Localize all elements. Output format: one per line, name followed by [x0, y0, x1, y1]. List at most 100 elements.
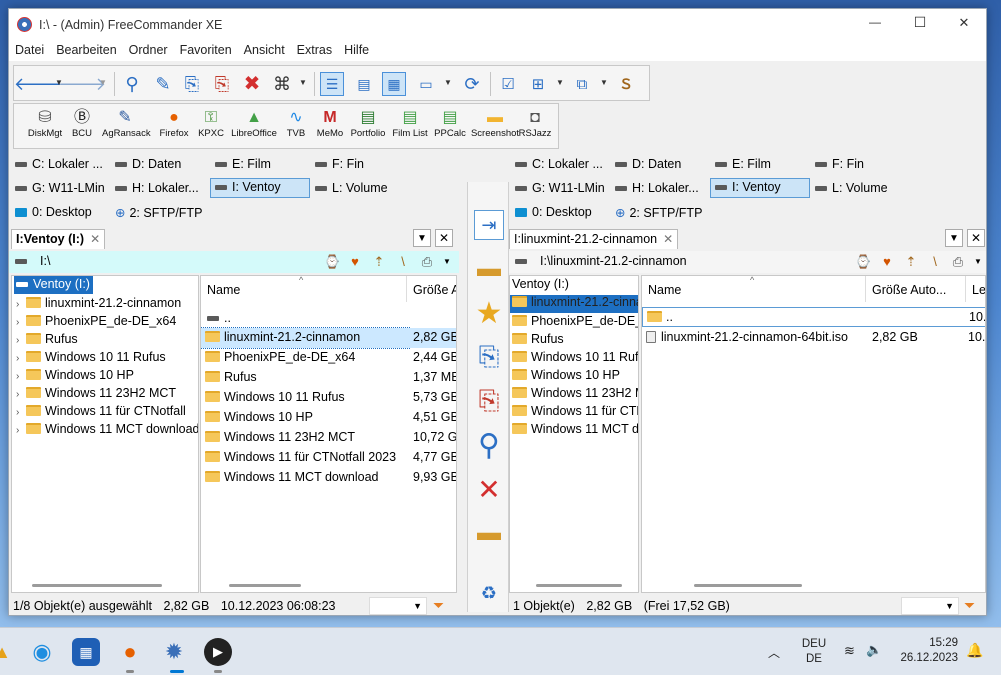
file-row[interactable]: linuxmint-21.2-cinnamon-64bit.iso 2,82 GB… [642, 328, 985, 348]
drive-sftp[interactable]: ⊕ 2: SFTP/FTP [611, 203, 711, 223]
file-row[interactable]: Windows 11 für CTNotfall 2023 4,77 GB [201, 448, 456, 468]
window-settings-icon[interactable]: ⧉ [570, 72, 594, 96]
root-folder-icon[interactable]: \ [395, 254, 411, 269]
column-header-last[interactable]: Let [966, 276, 985, 302]
move-to-other-icon[interactable]: ⎘ [474, 385, 504, 416]
drive-i-selected[interactable]: I: Ventoy [710, 178, 810, 198]
file-row[interactable]: Windows 10 11 Rufus 5,73 GB [201, 388, 456, 408]
drive-d[interactable]: D: Daten [111, 155, 209, 175]
right-tab-linuxmint[interactable]: I:linuxmint-21.2-cinnamon ✕ [509, 229, 679, 249]
search-icon[interactable]: ⚲ [120, 72, 144, 96]
notification-bell-icon[interactable]: 🔔 [966, 642, 983, 659]
checklist-icon[interactable]: ☑ [496, 72, 520, 96]
horizontal-scrollbar[interactable] [32, 584, 162, 587]
tree-item[interactable]: Rufus [512, 332, 638, 350]
volume-icon[interactable]: 🔈 [866, 642, 882, 658]
path-dropdown-icon[interactable]: ▼ [439, 254, 455, 269]
drive-sftp[interactable]: ⊕ 2: SFTP/FTP [111, 203, 211, 223]
file-row-parent[interactable]: .. [201, 309, 456, 329]
tree-item[interactable]: › PhoenixPE_de-DE_x64 [12, 314, 176, 332]
path-dropdown-icon[interactable]: ▼ [970, 254, 986, 269]
tray-chevron-up-icon[interactable]: ︿ [768, 644, 780, 661]
menu-extras[interactable]: Extras [291, 41, 338, 57]
star-favorites-icon[interactable]: ★ [474, 297, 504, 330]
tree-item[interactable]: Windows 11 für CTNotfall [512, 404, 638, 422]
menu-datei[interactable]: Datei [9, 41, 50, 57]
copy-to-other-icon[interactable]: ⎘ [474, 341, 504, 372]
list-view-icon[interactable]: ▤ [352, 72, 376, 96]
file-row[interactable]: Rufus 1,37 MB [201, 368, 456, 388]
file-row[interactable]: Windows 10 HP 4,51 GB [201, 408, 456, 428]
widgets-icon[interactable]: ▲ [0, 638, 16, 666]
menu-ansicht[interactable]: Ansicht [238, 41, 291, 57]
drive-e[interactable]: E: Film [211, 155, 309, 175]
tree-item[interactable]: Windows 11 MCT download [512, 422, 638, 440]
tree-item[interactable]: › Windows 11 23H2 MCT [12, 386, 176, 404]
store-icon[interactable]: ▦ [72, 638, 100, 666]
freecommander-taskbar-icon[interactable]: ✹ [160, 638, 188, 666]
parent-folder-icon[interactable]: ⇡ [371, 254, 387, 269]
media-player-icon[interactable]: ▶ [204, 638, 232, 666]
column-header-name[interactable]: Name ^ [201, 276, 407, 302]
menu-bearbeiten[interactable]: Bearbeiten [50, 41, 122, 57]
tree-item[interactable]: Windows 11 23H2 MCT [512, 386, 638, 404]
horizontal-scrollbar[interactable] [229, 584, 301, 587]
drive-f[interactable]: F: Fin [811, 155, 909, 175]
right-path[interactable]: I:\linuxmint-21.2-cinnamon [540, 254, 687, 268]
left-tab-ventoy[interactable]: I:Ventoy (I:) ✕ [11, 229, 106, 249]
delete-x-icon[interactable]: ✕ [474, 474, 504, 505]
tree-view-icon[interactable]: ☰ [320, 72, 344, 96]
tool-rsjazz[interactable]: ◘ RSJazz [512, 108, 558, 139]
close-window-button[interactable]: ✕ [954, 15, 974, 31]
layout-grid-icon[interactable]: ⊞ [526, 72, 550, 96]
tab-close-icon[interactable]: ✕ [90, 232, 100, 246]
wifi-icon[interactable]: ≋ [844, 643, 855, 659]
drive-e[interactable]: E: Film [711, 155, 809, 175]
edge-browser-icon[interactable]: ◉ [28, 638, 56, 666]
file-row[interactable]: Windows 11 MCT download 9,93 GB [201, 468, 456, 488]
column-header-size[interactable]: Größe Au [407, 276, 456, 302]
drive-g[interactable]: G: W11-LMin [511, 179, 609, 199]
column-header-size[interactable]: Größe Auto... [866, 276, 966, 302]
drive-f[interactable]: F: Fin [311, 155, 409, 175]
tree-item[interactable]: › Windows 10 11 Rufus [12, 350, 166, 368]
refresh-icon[interactable]: ⟳ [460, 72, 484, 96]
folder-sync-icon[interactable]: ▬ [474, 254, 504, 284]
thumbnail-view-icon[interactable]: ▭ [414, 72, 438, 96]
search-magnifier-icon[interactable]: ⚲ [474, 429, 504, 462]
tree-item[interactable]: › Windows 10 HP [12, 368, 134, 386]
folder-options-icon[interactable]: ⎙ [950, 254, 966, 269]
system-clock[interactable]: 15:29 26.12.2023 [900, 637, 958, 664]
tab-close-icon[interactable]: ✕ [663, 232, 673, 246]
tree-item[interactable]: › Windows 11 MCT download [12, 422, 198, 440]
tree-item[interactable]: › Windows 11 für CTNotfall [12, 404, 186, 422]
tree-item[interactable]: Windows 10 11 Rufus [512, 350, 638, 368]
tree-item[interactable]: PhoenixPE_de-DE_x64 [512, 314, 638, 332]
firefox-taskbar-icon[interactable]: ● [116, 638, 144, 666]
drive-l[interactable]: L: Volume [811, 179, 909, 199]
file-row-parent[interactable]: .. 10. [642, 307, 985, 327]
drive-h[interactable]: H: Lokaler... [111, 179, 207, 199]
maximize-button[interactable]: ☐ [910, 14, 930, 31]
forward-dropdown-icon[interactable]: ▼ [99, 78, 107, 87]
drive-l[interactable]: L: Volume [311, 179, 409, 199]
window-dropdown-icon[interactable]: ▼ [600, 78, 608, 87]
drive-i-selected[interactable]: I: Ventoy [210, 178, 310, 198]
tree-item[interactable]: › Rufus [12, 332, 78, 350]
keyboard-language[interactable]: DEU DE [801, 638, 827, 665]
file-row[interactable]: Windows 11 23H2 MCT10,72 GB [201, 428, 456, 448]
swap-panels-icon[interactable]: ⇥ [474, 210, 504, 240]
history-icon[interactable]: ⌚ [855, 254, 871, 269]
binoculars-dropdown-icon[interactable]: ▼ [299, 78, 307, 87]
folder-options-icon[interactable]: ⎙ [419, 254, 435, 269]
folder-refresh-icon[interactable]: ▬ [474, 518, 504, 548]
parent-folder-icon[interactable]: ⇡ [903, 254, 919, 269]
drive-c[interactable]: C: Lokaler ... [11, 155, 109, 175]
tool-ppcalc[interactable]: ▤ PPCalc [427, 108, 473, 139]
tree-item[interactable]: › linuxmint-21.2-cinnamon [12, 296, 181, 314]
rename-pencil-icon[interactable]: ✎ [151, 72, 175, 96]
drive-d[interactable]: D: Daten [611, 155, 709, 175]
drive-desktop[interactable]: 0: Desktop [11, 203, 109, 223]
file-row[interactable]: PhoenixPE_de-DE_x64 2,44 GB [201, 348, 456, 368]
filter-combo[interactable]: ▼ [369, 597, 427, 615]
